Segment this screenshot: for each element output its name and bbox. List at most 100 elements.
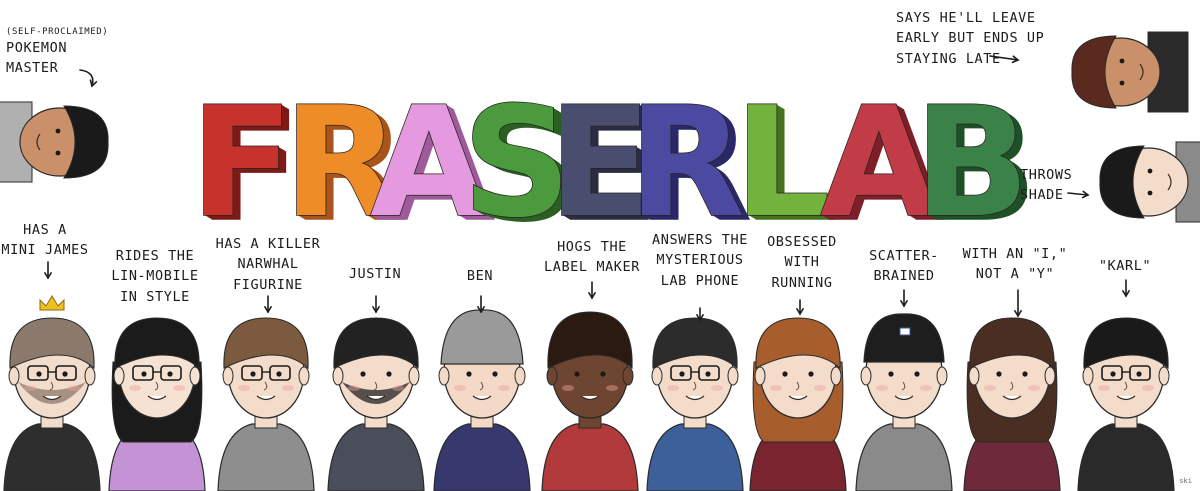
caption-justin: JUSTIN: [348, 266, 402, 282]
artist-signature: ski: [1179, 477, 1192, 485]
person-cheek-right: [920, 385, 932, 391]
person-cheek-right: [711, 385, 723, 391]
person-eye-left: [141, 371, 147, 377]
person-ear-right: [727, 366, 739, 386]
person-ear-right: [1044, 366, 1056, 386]
person-ear-right: [189, 366, 201, 386]
person-eye-right: [1022, 371, 1028, 377]
person-1: [3, 295, 101, 491]
person-eye-right: [914, 371, 920, 377]
person-eye-right: [808, 371, 814, 377]
person-10: [963, 317, 1061, 491]
person-eye-left: [574, 371, 580, 377]
person-cheek-right: [606, 385, 618, 391]
person-7: [646, 317, 744, 491]
person-ear-left: [1082, 366, 1094, 386]
throws-shade-face-eye-right: [1147, 168, 1153, 174]
title-letter-face: F: [190, 74, 294, 251]
person-cheek-left: [770, 385, 782, 391]
person-ear-left: [546, 366, 558, 386]
person-2: [108, 317, 206, 491]
person-5: [433, 309, 531, 491]
caption-throws-shade: THROWS SHADE: [1020, 167, 1073, 204]
person-8: [749, 317, 847, 491]
person-3: [217, 317, 315, 491]
person-ear-left: [754, 366, 766, 386]
person-eye-left: [996, 371, 1002, 377]
person-shirt: [217, 423, 315, 491]
person-eye-left: [679, 371, 685, 377]
caption-running: OBSESSED WITH RUNNING: [767, 234, 837, 291]
title-letter-face: R: [628, 74, 745, 251]
person-cheek-right: [1142, 385, 1154, 391]
person-cap-logo: [899, 327, 911, 336]
caption-karl: "KARL": [1098, 258, 1152, 274]
person-cheek-left: [562, 385, 574, 391]
person-ear-left: [8, 366, 20, 386]
person-cheek-right: [173, 385, 185, 391]
person-eye-right: [705, 371, 711, 377]
person-cheek-left: [24, 385, 36, 391]
person-cheek-left: [348, 385, 360, 391]
person-shirt: [646, 423, 744, 491]
person-cheek-right: [68, 385, 80, 391]
caption-pokemon-master: POKEMON MASTER: [6, 40, 68, 77]
caption-lin-mobile: RIDES THE LIN-MOBILE IN STYLE: [111, 248, 199, 305]
person-ear-right: [298, 366, 310, 386]
person-eye-left: [360, 371, 366, 377]
people-layer: [3, 295, 1175, 491]
lab-illustration: FFFFFFFFFRRRRRRRRRAAAAAAAAASSSSSSSSSEEEE…: [0, 0, 1200, 491]
throws-shade-face: [1099, 141, 1200, 223]
person-ear-right: [514, 366, 526, 386]
person-eye-right: [276, 371, 282, 377]
person-ear-right: [830, 366, 842, 386]
person-cheek-right: [392, 385, 404, 391]
caption-mini-james: HAS A MINI JAMES: [1, 222, 89, 259]
person-11: [1077, 317, 1175, 491]
caption-ben: BEN: [466, 268, 494, 284]
person-ear-left: [651, 366, 663, 386]
person-cheek-left: [454, 385, 466, 391]
person-ear-left: [113, 366, 125, 386]
person-eye-right: [386, 371, 392, 377]
person-ear-left: [968, 366, 980, 386]
person-eye-left: [36, 371, 42, 377]
person-cheek-left: [876, 385, 888, 391]
person-cheek-right: [814, 385, 826, 391]
person-eye-right: [167, 371, 173, 377]
pokemon-master-face-eye-left: [55, 128, 61, 134]
person-ear-left: [438, 366, 450, 386]
person-cheek-left: [667, 385, 679, 391]
person-eye-left: [1110, 371, 1116, 377]
person-cheek-right: [282, 385, 294, 391]
crown-icon: [39, 295, 65, 311]
person-ear-left: [222, 366, 234, 386]
person-cheek-right: [1028, 385, 1040, 391]
person-eye-right: [1136, 371, 1142, 377]
person-eye-right: [492, 371, 498, 377]
person-shirt: [327, 423, 425, 491]
person-shirt: [3, 423, 101, 491]
caption-lab-phone: ANSWERS THE MYSTERIOUS LAB PHONE: [651, 232, 748, 289]
person-shirt: [1077, 423, 1175, 491]
caption-leave-late: SAYS HE'LL LEAVE EARLY BUT ENDS UP STAYI…: [896, 10, 1045, 67]
throws-shade-face-eye-left: [1147, 190, 1153, 196]
person-eye-left: [250, 371, 256, 377]
person-ear-right: [1158, 366, 1170, 386]
person-eye-right: [600, 371, 606, 377]
pokemon-master-face: [0, 101, 109, 183]
person-cheek-left: [238, 385, 250, 391]
person-cheek-left: [984, 385, 996, 391]
person-cheek-left: [1098, 385, 1110, 391]
person-ear-right: [84, 366, 96, 386]
person-shirt: [855, 423, 953, 491]
person-ear-left: [860, 366, 872, 386]
person-eye-left: [466, 371, 472, 377]
title-lettering: FFFFFFFFFRRRRRRRRRAAAAAAAAASSSSSSSSSEEEE…: [189, 73, 1038, 256]
stays-late-face: [1071, 31, 1189, 113]
person-eye-right: [62, 371, 68, 377]
person-cheek-right: [498, 385, 510, 391]
person-ear-right: [622, 366, 634, 386]
person-ear-right: [936, 366, 948, 386]
pokemon-master-face-eye-right: [55, 150, 61, 156]
